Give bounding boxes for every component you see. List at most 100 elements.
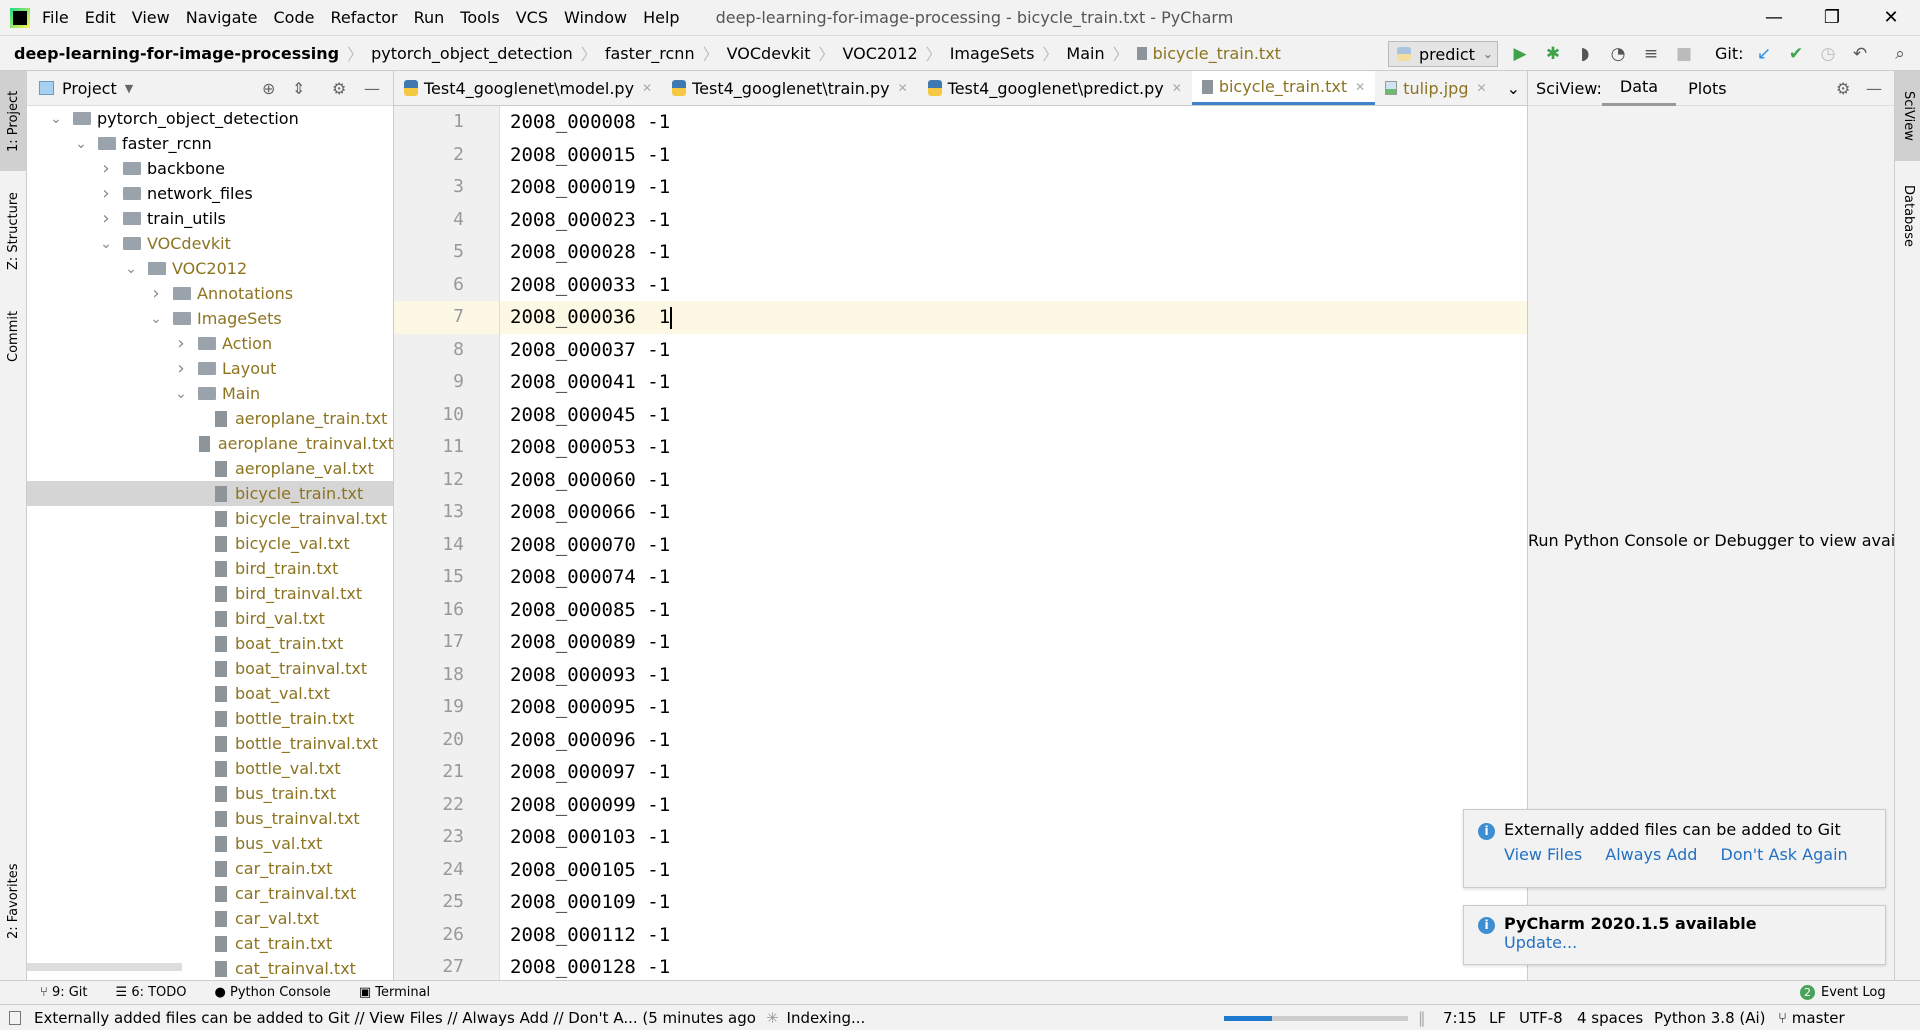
menu-file[interactable]: File xyxy=(42,8,69,27)
gear-icon[interactable]: ⚙ xyxy=(332,79,346,98)
tool-tab-commit[interactable]: Commit xyxy=(0,296,27,376)
debug-icon[interactable]: ✱ xyxy=(1541,42,1565,66)
tree-folder[interactable]: ⌄ Main xyxy=(27,381,393,406)
code-line[interactable]: 2008_000105 -1 xyxy=(500,854,1527,887)
tree-file[interactable]: boat_train.txt xyxy=(27,631,393,656)
code-line[interactable]: 2008_000060 -1 xyxy=(500,464,1527,497)
chevron-right-icon[interactable]: › xyxy=(174,333,188,354)
tab-plots[interactable]: Plots xyxy=(1676,71,1745,106)
tree-file[interactable]: bicycle_val.txt xyxy=(27,531,393,556)
interpreter[interactable]: Python 3.8 (Ai) xyxy=(1654,1009,1766,1027)
code-line[interactable]: 2008_000045 -1 xyxy=(500,399,1527,432)
code-line[interactable]: 2008_000053 -1 xyxy=(500,431,1527,464)
menu-refactor[interactable]: Refactor xyxy=(330,8,397,27)
tree-file[interactable]: boat_val.txt xyxy=(27,681,393,706)
code-line[interactable]: 2008_000074 -1 xyxy=(500,561,1527,594)
code-line[interactable]: 2008_000023 -1 xyxy=(500,204,1527,237)
chevron-right-icon[interactable]: › xyxy=(99,208,113,229)
chevron-down-icon[interactable]: ⌄ xyxy=(174,386,188,402)
tool-tab-favorites[interactable]: 2: Favorites xyxy=(0,851,27,951)
menu-navigate[interactable]: Navigate xyxy=(186,8,258,27)
indent-setting[interactable]: 4 spaces xyxy=(1577,1009,1643,1027)
tool-tab-todo[interactable]: ☰ 6: TODO xyxy=(116,985,187,1000)
breadcrumb-item[interactable]: pytorch_object_detection xyxy=(371,44,573,63)
code-line[interactable]: 2008_000099 -1 xyxy=(500,789,1527,822)
rollback-icon[interactable]: ↶ xyxy=(1848,42,1872,66)
tree-file[interactable]: car_val.txt xyxy=(27,906,393,931)
tab-overflow-chevron-icon[interactable]: ⌄ xyxy=(1497,71,1530,105)
minimize-button[interactable]: — xyxy=(1745,0,1803,35)
breadcrumb-item[interactable]: ImageSets xyxy=(950,44,1035,63)
tool-tab-project[interactable]: 1: Project xyxy=(0,71,27,171)
breadcrumb-item[interactable]: faster_rcnn xyxy=(605,44,695,63)
code-line[interactable]: 2008_000128 -1 xyxy=(500,951,1527,980)
stop-icon[interactable]: ■ xyxy=(1672,42,1696,66)
search-icon[interactable]: ⌕ xyxy=(1888,42,1912,66)
always-add-link[interactable]: Always Add xyxy=(1605,845,1697,864)
tree-file[interactable]: aeroplane_train.txt xyxy=(27,406,393,431)
menu-window[interactable]: Window xyxy=(564,8,627,27)
code-line[interactable]: 2008_000070 -1 xyxy=(500,529,1527,562)
git-commit-icon[interactable]: ✔ xyxy=(1784,42,1808,66)
tree-file[interactable]: car_train.txt xyxy=(27,856,393,881)
breadcrumb-item[interactable]: bicycle_train.txt xyxy=(1153,44,1281,63)
tab-test4-googlenet-train-py[interactable]: Test4_googlenet\train.py ✕ xyxy=(662,71,918,105)
tool-tab-sciview[interactable]: SciView xyxy=(1895,71,1920,161)
tree-folder[interactable]: ⌄ VOCdevkit xyxy=(27,231,393,256)
chevron-down-icon[interactable]: ⌄ xyxy=(99,236,113,252)
menu-run[interactable]: Run xyxy=(414,8,445,27)
tool-tab-git[interactable]: ⑂ 9: Git xyxy=(40,985,88,1000)
close-tab-icon[interactable]: ✕ xyxy=(642,81,652,95)
menu-tools[interactable]: Tools xyxy=(460,8,499,27)
view-files-link[interactable]: View Files xyxy=(1504,845,1582,864)
restore-button[interactable]: ❐ xyxy=(1803,0,1861,35)
close-tab-icon[interactable]: ✕ xyxy=(1172,81,1182,95)
history-icon[interactable]: ◷ xyxy=(1816,42,1840,66)
chevron-down-icon[interactable]: ⌄ xyxy=(49,111,63,127)
tool-tab-structure[interactable]: Z: Structure xyxy=(0,181,27,281)
chevron-right-icon[interactable]: › xyxy=(99,183,113,204)
dont-ask-again-link[interactable]: Don't Ask Again xyxy=(1721,845,1848,864)
tree-file[interactable]: aeroplane_val.txt xyxy=(27,456,393,481)
gear-icon[interactable]: ⚙ xyxy=(1836,79,1850,98)
tool-tab-terminal[interactable]: ▣ Terminal xyxy=(359,985,430,1000)
tab-data[interactable]: Data xyxy=(1601,71,1677,106)
tree-file[interactable]: bicycle_train.txt xyxy=(27,481,393,506)
profile-icon[interactable]: ◔ xyxy=(1606,42,1630,66)
code-line[interactable]: 2008_000019 -1 xyxy=(500,171,1527,204)
tool-tab-database[interactable]: Database xyxy=(1895,171,1920,261)
code-line[interactable]: 2008_000037 -1 xyxy=(500,334,1527,367)
hide-icon[interactable]: — xyxy=(364,79,380,98)
dropdown-icon[interactable]: ▼ xyxy=(125,82,133,95)
code-line[interactable]: 2008_000103 -1 xyxy=(500,821,1527,854)
code-line[interactable]: 2008_000033 -1 xyxy=(500,269,1527,302)
code-line[interactable]: 2008_000008 -1 xyxy=(500,106,1527,139)
code-line[interactable]: 2008_000041 -1 xyxy=(500,366,1527,399)
hide-icon[interactable]: — xyxy=(1866,79,1882,98)
tree-file[interactable]: bottle_trainval.txt xyxy=(27,731,393,756)
tree-file[interactable]: bus_val.txt xyxy=(27,831,393,856)
code-line[interactable]: 2008_000109 -1 xyxy=(500,886,1527,919)
project-view-select[interactable]: Project xyxy=(62,79,117,98)
code-line[interactable]: 2008_000028 -1 xyxy=(500,236,1527,269)
tab-test4-googlenet-predict-py[interactable]: Test4_googlenet\predict.py ✕ xyxy=(918,71,1192,105)
tree-file[interactable]: bird_train.txt xyxy=(27,556,393,581)
tree-file[interactable]: bottle_val.txt xyxy=(27,756,393,781)
code-line[interactable]: 2008_000015 -1 xyxy=(500,139,1527,172)
menu-edit[interactable]: Edit xyxy=(85,8,116,27)
tab-test4-googlenet-model-py[interactable]: Test4_googlenet\model.py ✕ xyxy=(394,71,662,105)
chevron-down-icon[interactable]: ⌄ xyxy=(149,311,163,327)
menu-vcs[interactable]: VCS xyxy=(516,8,548,27)
chevron-right-icon[interactable]: › xyxy=(99,158,113,179)
menu-help[interactable]: Help xyxy=(643,8,679,27)
tree-folder[interactable]: ⌄ faster_rcnn xyxy=(27,131,393,156)
code-line[interactable]: 2008_000112 -1 xyxy=(500,919,1527,952)
code-line[interactable]: 2008_000097 -1 xyxy=(500,756,1527,789)
tree-file[interactable]: bicycle_trainval.txt xyxy=(27,506,393,531)
tree-folder[interactable]: › network_files xyxy=(27,181,393,206)
toggle-tool-windows-icon[interactable] xyxy=(9,1011,21,1025)
tree-file[interactable]: bus_train.txt xyxy=(27,781,393,806)
run-icon[interactable]: ▶ xyxy=(1508,42,1532,66)
chevron-right-icon[interactable]: › xyxy=(149,283,163,304)
tree-folder[interactable]: › Annotations xyxy=(27,281,393,306)
